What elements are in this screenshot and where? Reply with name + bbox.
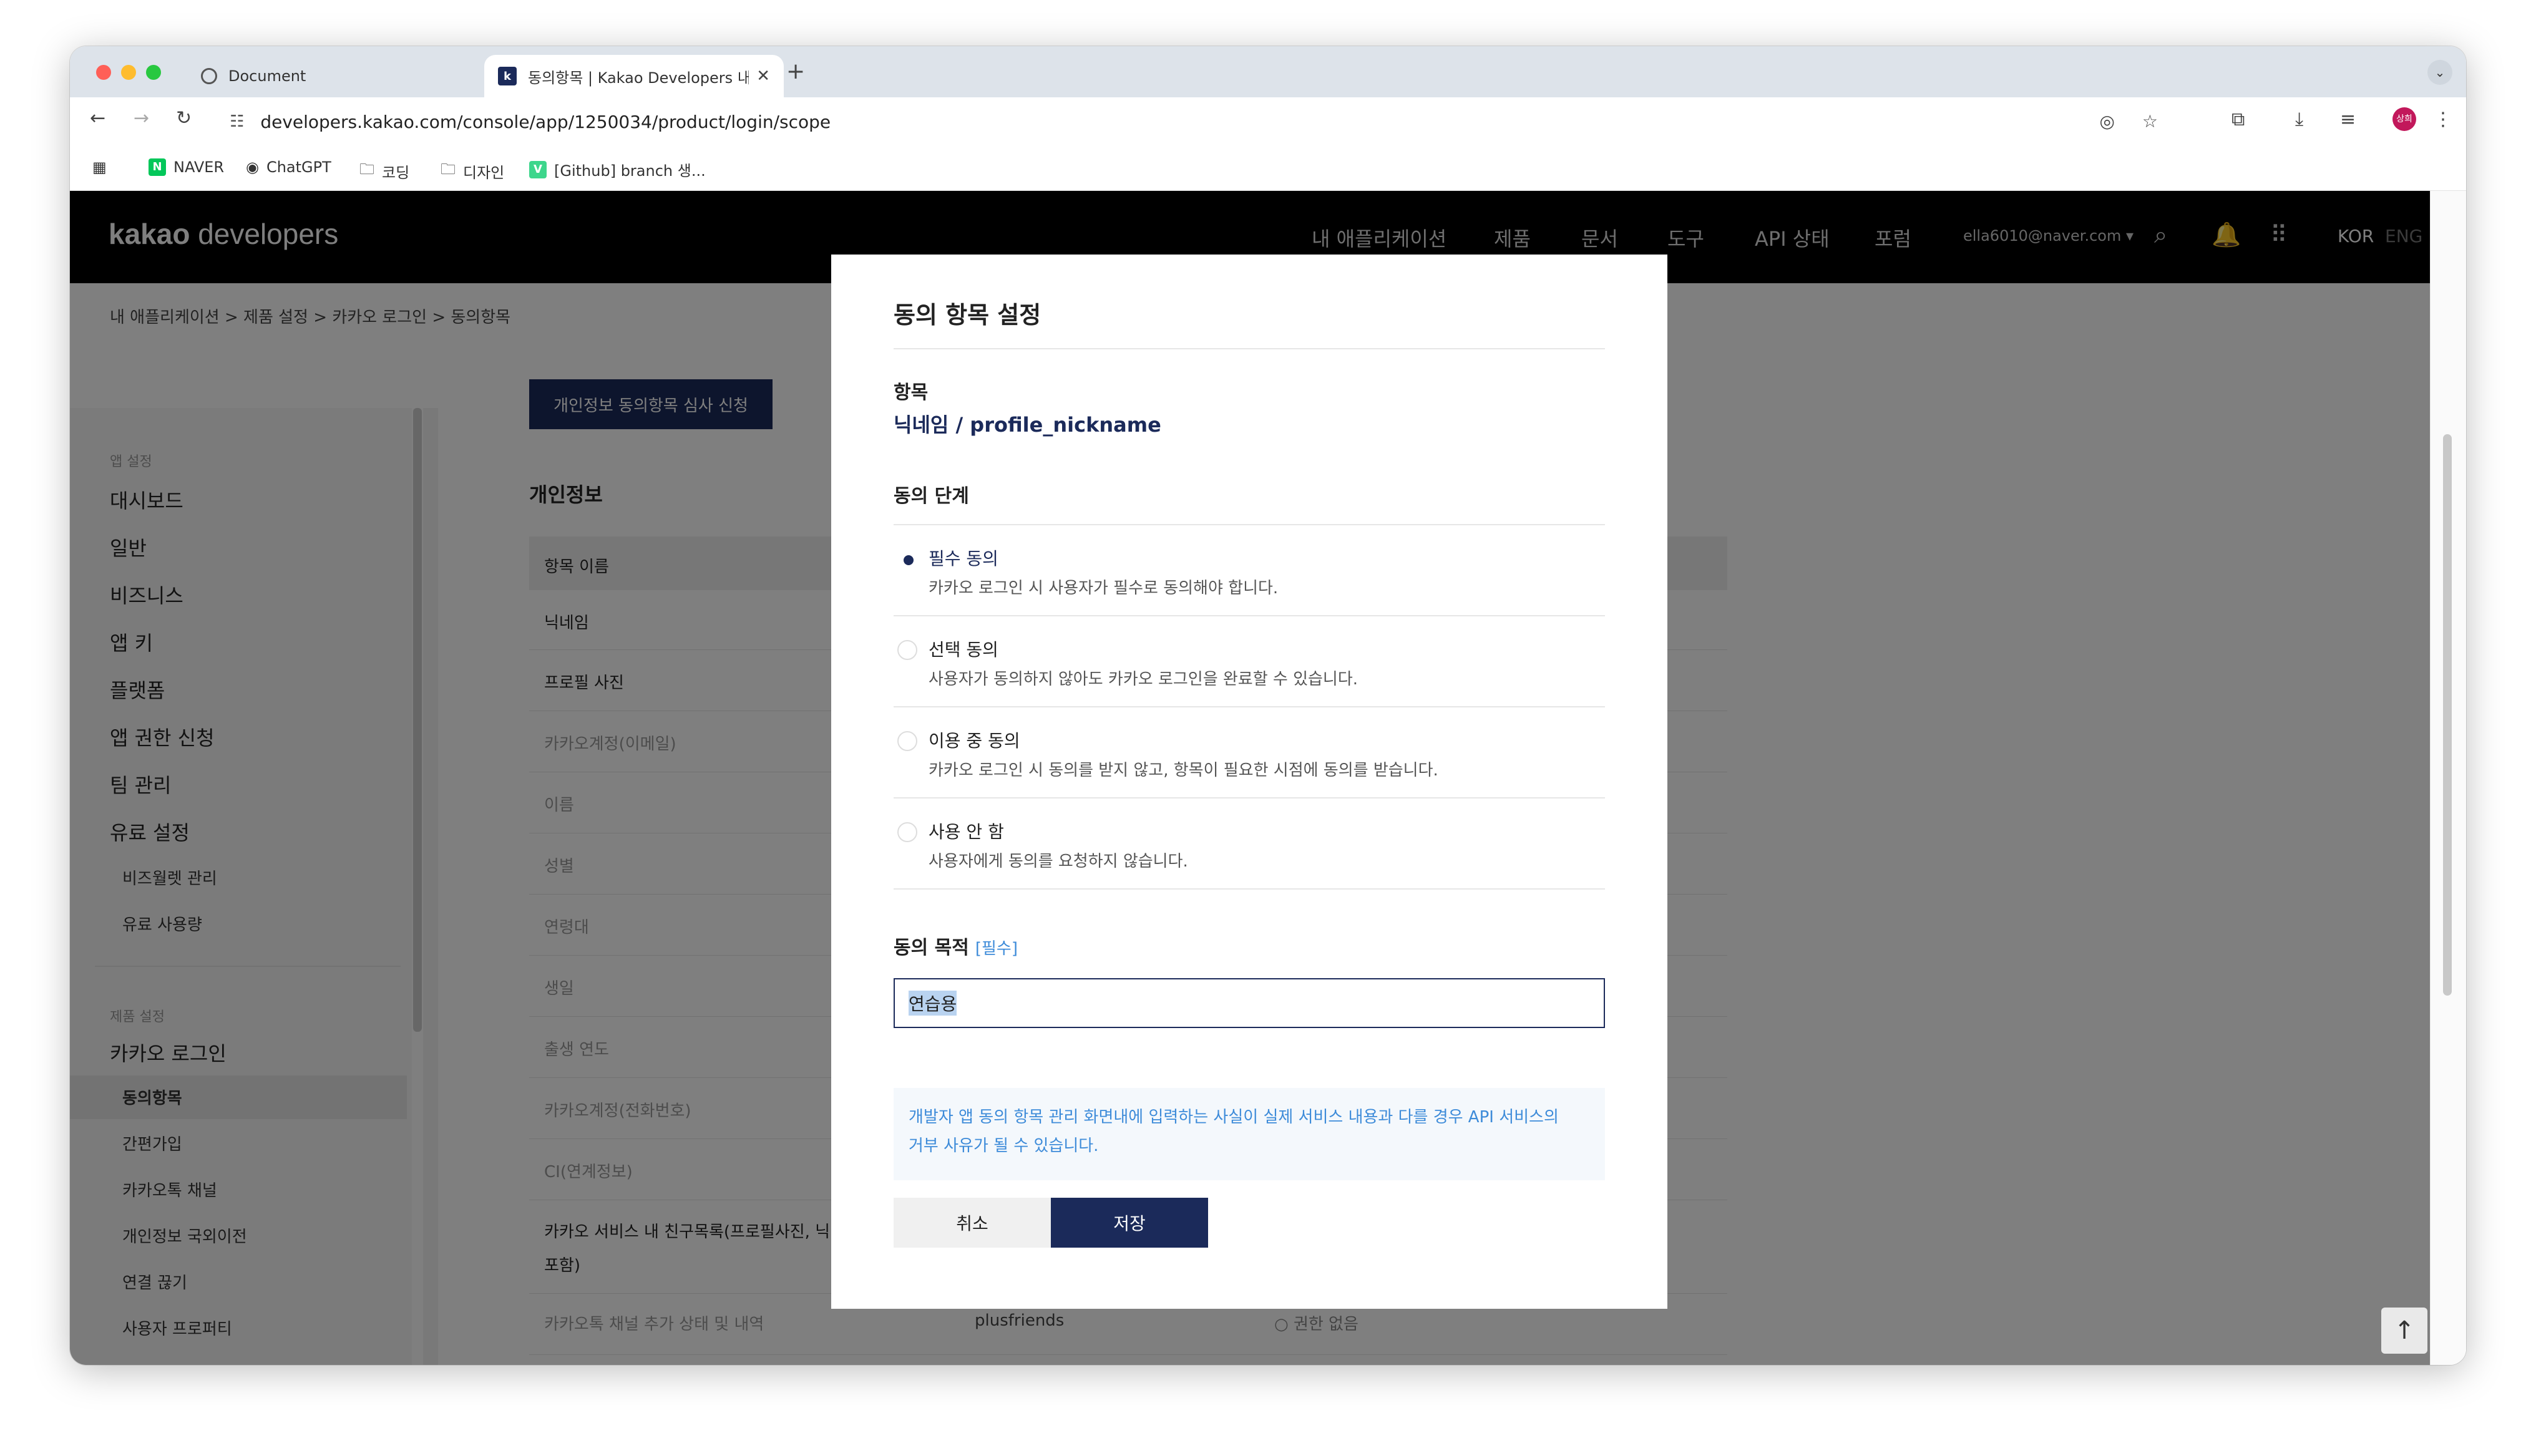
reload-icon[interactable]: ↻ <box>176 107 192 129</box>
naver-icon: N <box>149 158 166 176</box>
save-button[interactable]: 저장 <box>1051 1198 1208 1248</box>
radio-in-use[interactable] <box>897 731 917 751</box>
purpose-label: 동의 목적 [필수] <box>894 937 1018 959</box>
radio-none[interactable] <box>897 822 917 842</box>
divider <box>894 706 1605 707</box>
divider <box>894 615 1605 616</box>
modal-title: 동의 항목 설정 <box>894 301 1041 329</box>
url-text[interactable]: developers.kakao.com/console/app/1250034… <box>260 112 831 132</box>
scroll-to-top-button[interactable]: ↑ <box>2381 1308 2427 1354</box>
divider <box>894 348 1605 349</box>
notice-box: 개발자 앱 동의 항목 관리 화면내에 입력하는 사실이 실제 서비스 내용과 … <box>894 1088 1605 1180</box>
maximize-window-button[interactable] <box>146 65 161 80</box>
bookmark-folder-design[interactable]: 🗀 디자인 <box>441 158 504 184</box>
download-icon[interactable]: ⤓ <box>2295 109 2303 130</box>
bookmark-github-branch[interactable]: V [Github] branch 생... <box>529 158 706 180</box>
minimize-window-button[interactable] <box>121 65 136 80</box>
chatgpt-icon: ◉ <box>246 158 259 176</box>
tab-title: 동의항목 | Kakao Developers 내 <box>528 69 749 87</box>
consent-option-required[interactable]: 필수 동의 카카오 로그인 시 사용자가 필수로 동의해야 합니다. <box>894 545 1605 614</box>
reading-list-icon[interactable]: ≡ <box>2340 109 2356 130</box>
consent-settings-modal: 동의 항목 설정 항목 닉네임 / profile_nickname 동의 단계… <box>831 255 1667 1309</box>
divider <box>894 888 1605 890</box>
address-bar[interactable]: ☷ developers.kakao.com/console/app/12500… <box>217 104 2170 140</box>
cancel-button[interactable]: 취소 <box>894 1198 1051 1248</box>
bookmark-naver[interactable]: N NAVER <box>149 158 224 176</box>
eye-off-icon[interactable]: ◎ <box>2099 111 2114 132</box>
divider <box>894 797 1605 798</box>
page-scrollbar-thumb[interactable] <box>2443 434 2452 996</box>
radio-optional[interactable] <box>897 640 917 660</box>
kakao-favicon-icon: k <box>498 67 517 85</box>
apps-grid-icon[interactable]: ▦ <box>92 158 107 176</box>
v-icon: V <box>529 160 547 178</box>
folder-icon: 🗀 <box>441 160 456 178</box>
kebab-menu-icon[interactable]: ⋮ <box>2434 109 2452 130</box>
folder-icon: 🗀 <box>359 160 374 178</box>
item-label: 항목 <box>894 382 929 404</box>
page-content: kakao developers 내 애플리케이션 제품 문서 도구 API 상… <box>70 191 2466 1365</box>
tab-title: Document <box>228 67 306 85</box>
required-tag: [필수] <box>975 939 1018 958</box>
globe-icon <box>201 68 217 84</box>
close-window-button[interactable] <box>96 65 111 80</box>
profile-avatar[interactable]: 상희 <box>2392 107 2416 131</box>
page-scrollbar[interactable] <box>2430 191 2466 1365</box>
consent-option-optional[interactable]: 선택 동의 사용자가 동의하지 않아도 카카오 로그인을 완료할 수 있습니다. <box>894 636 1605 705</box>
new-tab-button[interactable]: + <box>786 59 805 84</box>
bookmarks-bar: ▦ N NAVER ◉ ChatGPT 🗀 코딩 🗀 디자인 V [Github… <box>70 146 2466 191</box>
divider <box>894 524 1605 525</box>
tab-search-icon[interactable]: ⌄ <box>2427 60 2452 85</box>
consent-option-in-use[interactable]: 이용 중 동의 카카오 로그인 시 동의를 받지 않고, 항목이 필요한 시점에… <box>894 727 1605 796</box>
item-value: 닉네임 / profile_nickname <box>894 413 1161 437</box>
site-settings-icon[interactable]: ☷ <box>230 112 244 131</box>
consent-option-none[interactable]: 사용 안 함 사용자에게 동의를 요청하지 않습니다. <box>894 818 1605 887</box>
consent-level-label: 동의 단계 <box>894 485 969 507</box>
bookmark-chatgpt[interactable]: ◉ ChatGPT <box>246 158 331 176</box>
tab-bar: Document ✕ k 동의항목 | Kakao Developers 내 ✕… <box>70 46 2466 97</box>
extensions-icon[interactable]: ⧉ <box>2231 109 2245 130</box>
forward-icon[interactable]: → <box>134 107 149 129</box>
star-icon[interactable]: ☆ <box>2142 111 2158 132</box>
purpose-input-value: 연습용 <box>909 991 957 1016</box>
radio-required[interactable] <box>897 549 917 569</box>
purpose-input[interactable]: 연습용 <box>894 978 1605 1028</box>
back-icon[interactable]: ← <box>90 107 105 129</box>
browser-toolbar: ← → ↻ ☷ developers.kakao.com/console/app… <box>70 97 2466 146</box>
bookmark-folder-coding[interactable]: 🗀 코딩 <box>359 158 409 184</box>
tab-kakao-developers[interactable]: k 동의항목 | Kakao Developers 내 ✕ <box>484 55 784 97</box>
browser-window: Document ✕ k 동의항목 | Kakao Developers 내 ✕… <box>70 46 2466 1365</box>
close-tab-icon[interactable]: ✕ <box>756 67 770 85</box>
